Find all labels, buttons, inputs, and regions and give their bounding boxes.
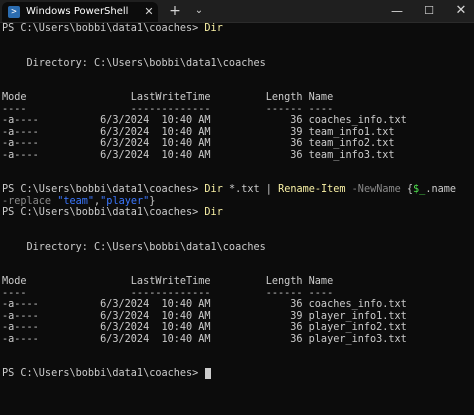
close-tab-icon[interactable]: ✕ xyxy=(142,5,156,19)
table-header: Mode LastWriteTime Length Name xyxy=(2,92,334,103)
maximize-button[interactable]: ☐ xyxy=(414,2,444,20)
pipe: | xyxy=(265,184,272,195)
command-continuation: -replace "team","player"} xyxy=(2,196,472,208)
table-divider: ---- ------------- ------ ---- xyxy=(2,287,334,299)
command-line: PS C:\Users\bobbi\data1\coaches> Dir xyxy=(2,207,472,219)
command: Dir xyxy=(204,207,223,218)
new-tab-button[interactable]: + xyxy=(166,2,184,20)
argument: *.txt xyxy=(228,184,260,195)
table-row: -a---- 6/3/2024 10:40 AM 39 team_info1.t… xyxy=(2,126,395,138)
table-row: -a---- 6/3/2024 10:40 AM 36 coaches_info… xyxy=(2,299,407,310)
command-line: PS C:\Users\bobbi\data1\coaches> Dir *.t… xyxy=(2,184,472,196)
tab-title: Windows PowerShell xyxy=(26,6,129,17)
prompt: PS C:\Users\bobbi\data1\coaches> xyxy=(2,184,199,195)
property: .name xyxy=(425,184,456,195)
command-line: PS C:\Users\bobbi\data1\coaches> xyxy=(2,368,472,380)
table-row: -a---- 6/3/2024 10:40 AM 36 player_info3… xyxy=(2,333,407,345)
terminal-output[interactable]: PS C:\Users\bobbi\data1\coaches> Dir Dir… xyxy=(2,23,472,415)
table-row: -a---- 6/3/2024 10:40 AM 36 player_info2… xyxy=(2,322,407,333)
table-divider: ---- ------------- ------ ---- xyxy=(2,103,334,115)
prompt: PS C:\Users\bobbi\data1\coaches> xyxy=(2,207,199,218)
string: "team" xyxy=(57,195,95,207)
command: Rename-Item xyxy=(278,184,346,195)
brace: } xyxy=(149,195,156,207)
table-row: -a---- 6/3/2024 10:40 AM 36 team_info3.t… xyxy=(2,149,395,161)
title-bar: > Windows PowerShell ✕ + ⌄ — ☐ ✕ xyxy=(0,0,474,23)
command-line: PS C:\Users\bobbi\data1\coaches> Dir xyxy=(2,23,472,35)
variable: $_ xyxy=(413,184,426,195)
tab-windows-powershell[interactable]: > Windows PowerShell ✕ xyxy=(2,2,158,22)
cursor xyxy=(205,368,212,379)
chevron-down-icon[interactable]: ⌄ xyxy=(190,2,208,20)
close-button[interactable]: ✕ xyxy=(446,2,474,20)
table-row: -a---- 6/3/2024 10:40 AM 36 team_info2.t… xyxy=(2,138,395,149)
minimize-button[interactable]: — xyxy=(382,2,412,20)
table-row: -a---- 6/3/2024 10:40 AM 36 coaches_info… xyxy=(2,115,407,126)
parameter: -NewName xyxy=(351,184,401,195)
string: "player" xyxy=(100,195,150,207)
command: Dir xyxy=(204,23,223,34)
command: Dir xyxy=(204,184,223,195)
powershell-window: > Windows PowerShell ✕ + ⌄ — ☐ ✕ PS C:\U… xyxy=(0,0,474,415)
prompt: PS C:\Users\bobbi\data1\coaches> xyxy=(2,23,199,34)
prompt: PS C:\Users\bobbi\data1\coaches> xyxy=(2,368,199,379)
table-row: -a---- 6/3/2024 10:40 AM 39 player_info1… xyxy=(2,310,407,322)
operator: -replace xyxy=(2,195,52,207)
directory-line: Directory: C:\Users\bobbi\data1\coaches xyxy=(2,57,266,69)
powershell-icon: > xyxy=(8,6,20,18)
directory-line: Directory: C:\Users\bobbi\data1\coaches xyxy=(2,241,266,253)
table-header: Mode LastWriteTime Length Name xyxy=(2,276,334,287)
